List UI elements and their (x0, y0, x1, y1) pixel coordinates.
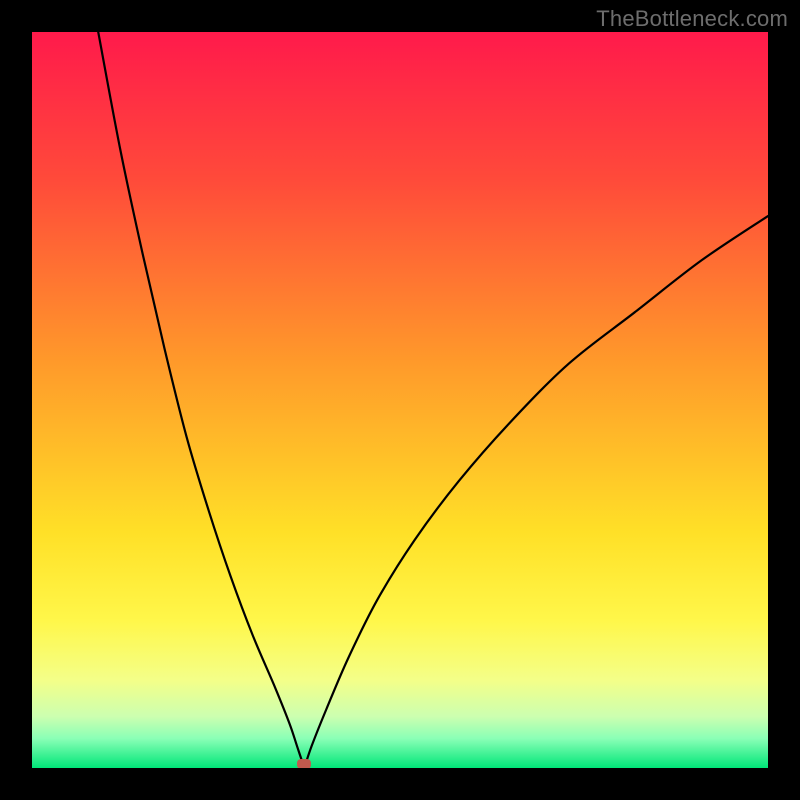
bottleneck-curve (32, 32, 768, 768)
plot-area (32, 32, 768, 768)
chart-frame: TheBottleneck.com (0, 0, 800, 800)
watermark-text: TheBottleneck.com (596, 6, 788, 32)
curve-left-branch (98, 32, 304, 768)
minimum-marker (297, 759, 311, 768)
curve-right-branch (304, 216, 768, 768)
